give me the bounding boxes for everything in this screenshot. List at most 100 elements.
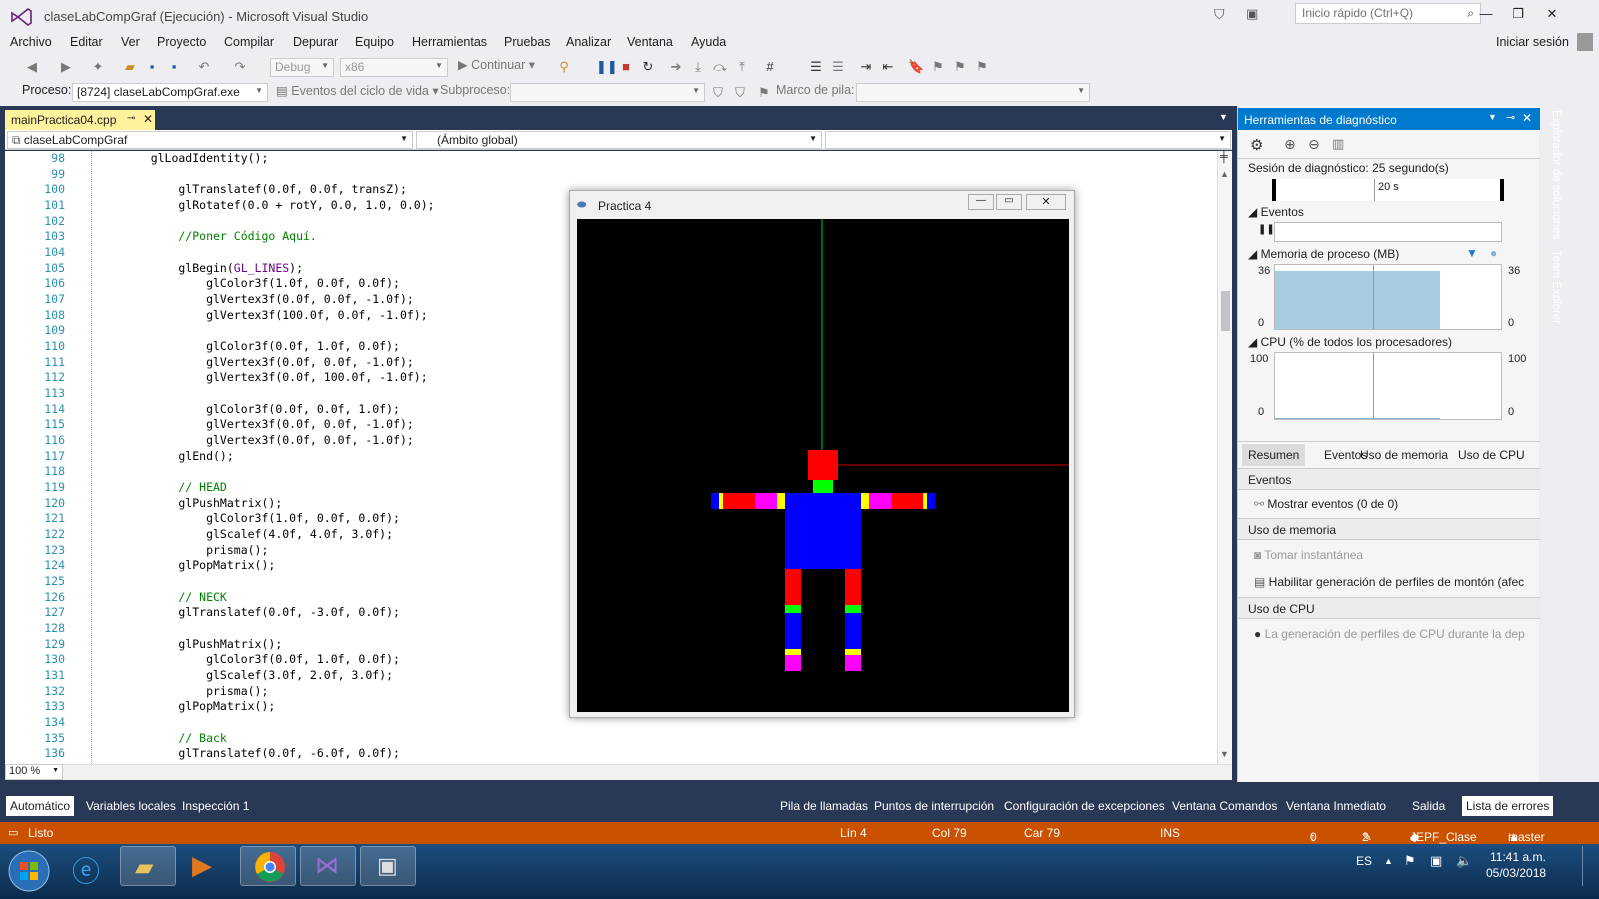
code-line[interactable]: glScalef(3.0f, 2.0f, 3.0f); [123,668,393,684]
menu-compilar[interactable]: Compilar [224,35,274,49]
account-avatar[interactable] [1577,33,1593,51]
language-indicator[interactable]: ES [1356,854,1372,868]
lifecycle-events-button[interactable]: ▤ Eventos del ciclo de vida ▾ [276,83,439,98]
split-icon[interactable]: ╪ [1220,151,1228,163]
project-dropdown[interactable]: ⧉ claseLabCompGraf ▼ [7,131,413,149]
menu-ver[interactable]: Ver [121,35,140,49]
action-center-flag-icon[interactable]: ⚑ [1404,853,1416,869]
opengl-canvas[interactable] [577,219,1069,712]
close-tab-icon[interactable]: ✕ [143,112,153,126]
code-line[interactable]: glEnd(); [123,449,233,465]
menu-editar[interactable]: Editar [70,35,103,49]
taskbar-visual-studio[interactable]: ⋈ [300,846,356,886]
code-line[interactable]: glVertex3f(0.0f, 100.0f, -1.0f); [123,370,428,386]
tab-salida[interactable]: Salida [1408,796,1449,816]
taskbar-chrome[interactable] [240,846,296,886]
menu-equipo[interactable]: Equipo [355,35,394,49]
zoom-in-icon[interactable]: ⊕ [1284,136,1296,153]
code-line[interactable]: glScalef(4.0f, 4.0f, 3.0f); [123,527,393,543]
code-line[interactable]: glColor3f(0.0f, 1.0f, 0.0f); [123,652,400,668]
save-icon[interactable]: ▪ [144,59,160,75]
clock-time[interactable]: 11:41 a.m. [1490,850,1546,864]
tab-configuracion-de-excepciones[interactable]: Configuración de excepciones [1000,796,1169,816]
step-out-icon[interactable]: ⤒ [734,59,750,75]
continue-button[interactable]: ▶ Continuar ▾ [458,57,535,72]
code-line[interactable]: prisma(); [123,543,268,559]
clear-bookmarks-icon[interactable]: ⚑ [974,59,990,75]
scroll-up-icon[interactable]: ▲ [1220,169,1229,179]
tab-automatico[interactable]: Automático [6,796,75,816]
code-line[interactable]: glTranslatef(0.0f, 0.0f, transZ); [123,182,407,198]
side-tab-solution-explorer[interactable]: Explorador de soluciones [1542,110,1562,240]
restart-icon[interactable]: ↻ [640,59,656,75]
close-button[interactable]: ✕ [1542,6,1562,22]
tab-inspeccion-1[interactable]: Inspección 1 [178,796,253,816]
indent-icon[interactable]: ⇥ [858,59,874,75]
outdent-icon[interactable]: ⇤ [880,59,896,75]
volume-icon[interactable]: 🔈 [1456,853,1472,869]
code-line[interactable]: glVertex3f(0.0f, 0.0f, -1.0f); [123,292,414,308]
events-section-toggle[interactable]: ◢ Eventos [1248,205,1304,219]
save-all-icon[interactable]: ▪ [166,59,182,75]
forward-icon[interactable]: ▶ [58,59,74,75]
tab-pila-de-llamadas[interactable]: Pila de llamadas [776,796,872,816]
tab-resumen[interactable]: Resumen [1242,444,1306,466]
configuration-dropdown[interactable]: Debug ▼ [270,58,334,77]
code-line[interactable]: prisma(); [123,684,268,700]
back-icon[interactable]: ◀ [24,59,40,75]
show-events-link[interactable]: ⚯ Mostrar eventos (0 de 0) [1254,497,1398,511]
code-line[interactable]: glTranslatef(0.0f, -6.0f, 0.0f); [123,746,400,762]
uncomment-icon[interactable]: ☰ [830,59,846,75]
scope-dropdown[interactable]: (Ámbito global) ▼ [416,131,822,149]
step-into-icon[interactable]: ⤓ [690,59,706,75]
sign-in-link[interactable]: Iniciar sesión [1496,35,1569,49]
quick-launch-input[interactable]: Inicio rápido (Ctrl+Q) ⌕ [1295,3,1481,24]
code-line[interactable]: glRotatef(0.0 + rotY, 0.0, 1.0, 0.0); [123,198,434,214]
close-panel-icon[interactable]: ✕ [1522,111,1532,125]
panel-menu-icon[interactable]: ▼ [1488,112,1497,122]
tab-uso-de-cpu[interactable]: Uso de CPU [1458,448,1525,462]
code-line[interactable]: glColor3f(1.0f, 0.0f, 0.0f); [123,511,400,527]
internet-explorer-icon[interactable]: ⓔ [72,850,100,890]
heap-profiling-button[interactable]: ▤ Habilitar generación de perfiles de mo… [1254,575,1524,589]
code-line[interactable]: glPushMatrix(); [123,637,282,653]
start-button[interactable] [4,846,54,896]
minimize-button[interactable]: — [1476,6,1496,22]
gl-maximize-button[interactable]: ▭ [996,194,1022,210]
filter-clear-icon[interactable]: ⛉ [732,85,748,101]
cpu-section-toggle[interactable]: ◢ CPU (% de todos los procesadores) [1248,335,1452,349]
next-bookmark-icon[interactable]: ⚑ [952,59,968,75]
menu-pruebas[interactable]: Pruebas [504,35,551,49]
comment-icon[interactable]: ☰ [808,59,824,75]
member-dropdown[interactable]: ▼ [825,131,1231,149]
chart-icon[interactable]: ▥ [1332,136,1344,152]
show-next-statement-icon[interactable]: ➔ [668,59,684,75]
code-line[interactable]: //Poner Código Aquí. [123,229,317,245]
menu-archivo[interactable]: Archivo [10,35,52,49]
scroll-down-icon[interactable]: ▼ [1220,749,1229,759]
clock-date[interactable]: 05/03/2018 [1486,866,1546,880]
code-line[interactable]: glColor3f(1.0f, 0.0f, 0.0f); [123,276,400,292]
gl-minimize-button[interactable]: — [968,194,994,210]
vertical-scrollbar[interactable]: ╪ ▲ ▼ [1217,151,1232,764]
zoom-out-icon[interactable]: ⊖ [1308,136,1320,153]
stack-frame-dropdown[interactable]: ▼ [856,83,1090,102]
tab-lista-de-errores[interactable]: Lista de errores [1462,796,1554,816]
menu-herramientas[interactable]: Herramientas [412,35,487,49]
pause-icon[interactable]: ❚❚ [596,59,618,75]
menu-depurar[interactable]: Depurar [293,35,338,49]
code-line[interactable]: glPopMatrix(); [123,699,275,715]
thread-dropdown[interactable]: ▼ [510,83,705,102]
open-file-icon[interactable]: ▰ [122,59,138,75]
taskbar-explorer[interactable]: ▰ [120,846,176,886]
feedback-icon[interactable]: ▣ [1246,6,1258,22]
prev-bookmark-icon[interactable]: ⚑ [930,59,946,75]
code-line[interactable]: glVertex3f(0.0f, 0.0f, -1.0f); [123,417,414,433]
undo-icon[interactable]: ↶ [196,59,212,75]
take-snapshot-button[interactable]: ◙ Tomar instantánea [1254,548,1363,562]
taskbar-practica4[interactable]: ▣ [360,846,416,886]
menu-ayuda[interactable]: Ayuda [691,35,726,49]
tab-ventana-inmediato[interactable]: Ventana Inmediato [1282,796,1390,816]
show-desktop-button[interactable] [1582,846,1596,886]
code-line[interactable]: // Back [123,731,226,747]
